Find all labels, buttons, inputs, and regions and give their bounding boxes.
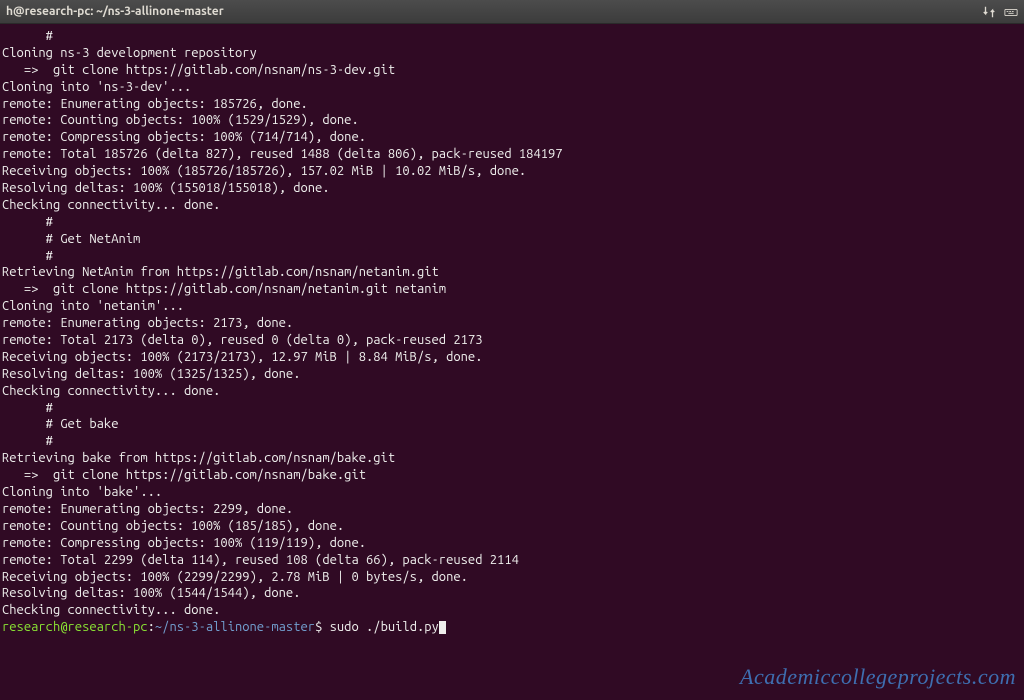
output-line: Receiving objects: 100% (185726/185726),… xyxy=(2,163,1018,180)
output-line: Cloning into 'bake'... xyxy=(2,484,1018,501)
window-title: h@research-pc: ~/ns-3-allinone-master xyxy=(6,4,982,20)
output-line: # xyxy=(2,433,1018,450)
output-line: => git clone https://gitlab.com/nsnam/ns… xyxy=(2,62,1018,79)
output-line: remote: Total 2173 (delta 0), reused 0 (… xyxy=(2,332,1018,349)
watermark-text: Academiccollegeprojects.com xyxy=(740,663,1016,692)
output-line: remote: Enumerating objects: 185726, don… xyxy=(2,96,1018,113)
output-line: remote: Compressing objects: 100% (714/7… xyxy=(2,129,1018,146)
titlebar-icons xyxy=(982,5,1018,19)
output-line: remote: Enumerating objects: 2173, done. xyxy=(2,315,1018,332)
prompt-dollar: $ xyxy=(315,620,330,634)
prompt-user: research@research-pc xyxy=(2,620,148,634)
window-titlebar: h@research-pc: ~/ns-3-allinone-master xyxy=(0,0,1024,24)
output-line: Receiving objects: 100% (2173/2173), 12.… xyxy=(2,349,1018,366)
output-line: remote: Counting objects: 100% (1529/152… xyxy=(2,112,1018,129)
output-line: remote: Counting objects: 100% (185/185)… xyxy=(2,518,1018,535)
output-line: Resolving deltas: 100% (1325/1325), done… xyxy=(2,366,1018,383)
output-line: Retrieving NetAnim from https://gitlab.c… xyxy=(2,264,1018,281)
terminal-viewport[interactable]: # Cloning ns-3 development repository =>… xyxy=(0,24,1024,700)
prompt-path: ~/ns-3-allinone-master xyxy=(155,620,315,634)
keyboard-icon[interactable] xyxy=(1004,5,1018,19)
output-line: Checking connectivity... done. xyxy=(2,383,1018,400)
output-line: # xyxy=(2,28,1018,45)
output-line: => git clone https://gitlab.com/nsnam/ne… xyxy=(2,281,1018,298)
network-icon[interactable] xyxy=(982,5,996,19)
output-line: Receiving objects: 100% (2299/2299), 2.7… xyxy=(2,569,1018,586)
cursor-icon xyxy=(439,621,446,634)
prompt-colon: : xyxy=(148,620,155,634)
output-line: Cloning into 'netanim'... xyxy=(2,298,1018,315)
output-line: # xyxy=(2,248,1018,265)
output-line: remote: Compressing objects: 100% (119/1… xyxy=(2,535,1018,552)
output-line: Retrieving bake from https://gitlab.com/… xyxy=(2,450,1018,467)
output-line: remote: Total 2299 (delta 114), reused 1… xyxy=(2,552,1018,569)
output-line: Resolving deltas: 100% (1544/1544), done… xyxy=(2,585,1018,602)
output-line: => git clone https://gitlab.com/nsnam/ba… xyxy=(2,467,1018,484)
output-line: remote: Total 185726 (delta 827), reused… xyxy=(2,146,1018,163)
command-input[interactable]: sudo ./build.py xyxy=(330,620,439,634)
output-line: # xyxy=(2,214,1018,231)
output-line: # Get bake xyxy=(2,416,1018,433)
output-line: # xyxy=(2,400,1018,417)
output-line: remote: Enumerating objects: 2299, done. xyxy=(2,501,1018,518)
output-line: Resolving deltas: 100% (155018/155018), … xyxy=(2,180,1018,197)
output-line: Cloning ns-3 development repository xyxy=(2,45,1018,62)
output-line: # Get NetAnim xyxy=(2,231,1018,248)
output-line: Checking connectivity... done. xyxy=(2,197,1018,214)
output-line: Checking connectivity... done. xyxy=(2,602,1018,619)
output-line: Cloning into 'ns-3-dev'... xyxy=(2,79,1018,96)
prompt-line[interactable]: research@research-pc:~/ns-3-allinone-mas… xyxy=(2,619,1018,636)
